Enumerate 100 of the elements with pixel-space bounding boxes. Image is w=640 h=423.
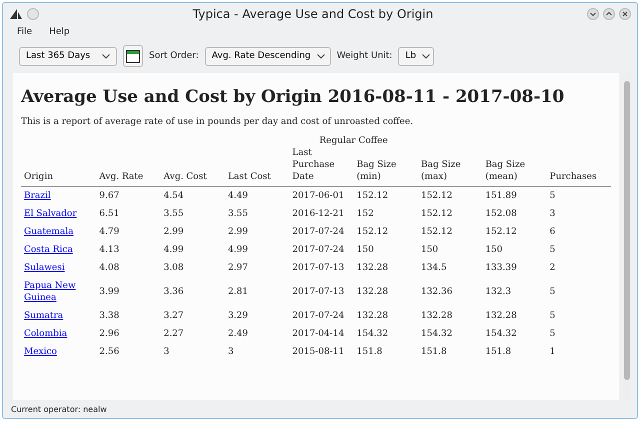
- table-cell: 2.56: [99, 347, 120, 357]
- table-cell: 3: [164, 347, 170, 357]
- column-header: Purchases: [550, 172, 597, 182]
- column-header: Last Cost: [228, 172, 271, 182]
- table-cell: 5: [550, 287, 556, 297]
- table-cell: 5: [550, 311, 556, 321]
- table-cell: 2.27: [164, 329, 184, 339]
- table-cell: 132.28: [356, 311, 388, 321]
- table-cell: 5: [550, 329, 556, 339]
- table-cell: 6: [550, 227, 556, 237]
- table-cell: 3.38: [99, 311, 120, 321]
- column-header: Bag Size (min): [356, 160, 396, 182]
- table-cell: 151.89: [485, 191, 517, 201]
- table-cell: 152.12: [420, 209, 452, 219]
- table-cell: 132.36: [420, 287, 452, 297]
- origin-link[interactable]: Sumatra: [24, 310, 82, 322]
- table-cell: 3.36: [164, 287, 184, 297]
- table-cell: 2017-04-14: [292, 329, 344, 339]
- sort-order-label: Sort Order:: [149, 51, 199, 61]
- table-cell: 3.55: [164, 209, 184, 219]
- status-bar-text: Current operator: nealw: [10, 404, 108, 416]
- table-cell: 4.49: [228, 191, 248, 201]
- origin-link[interactable]: Sulawesi: [24, 262, 82, 274]
- column-header: Origin: [24, 172, 53, 182]
- origin-link[interactable]: Brazil: [24, 190, 82, 202]
- table-cell: 2017-07-24: [292, 245, 344, 255]
- table-cell: 151.8: [485, 347, 512, 357]
- table-cell: 152.12: [420, 191, 452, 201]
- table-cell: 2017-07-24: [292, 311, 344, 321]
- table-cell: 3.27: [164, 311, 184, 321]
- table-cell: 3.08: [164, 263, 184, 273]
- table-cell: 151.8: [420, 347, 447, 357]
- table-cell: 152.12: [356, 227, 388, 237]
- table-cell: 2.81: [228, 287, 248, 297]
- table-cell: 2017-07-13: [292, 263, 344, 273]
- table-cell: 152.08: [485, 209, 517, 219]
- table-cell: 2.99: [228, 227, 248, 237]
- origin-link[interactable]: Guatemala: [24, 226, 82, 238]
- table-cell: 132.28: [356, 263, 388, 273]
- table-cell: 154.32: [485, 329, 517, 339]
- table-cell: 150: [420, 245, 438, 255]
- table-cell: 3: [228, 347, 234, 357]
- table-cell: 6.51: [99, 209, 120, 219]
- report-description: This is a report of average rate of use in pounds per day and cost of unroasted coffee.: [21, 117, 414, 127]
- table-cell: 2016-12-21: [292, 209, 344, 219]
- table-cell: 4.99: [164, 245, 184, 255]
- origin-link[interactable]: Papua New Guinea: [24, 280, 82, 304]
- table-cell: 154.32: [356, 329, 388, 339]
- table-cell: 150: [356, 245, 374, 255]
- table-cell: 4.99: [228, 245, 248, 255]
- column-header: Bag Size (mean): [485, 160, 526, 182]
- origin-link[interactable]: Mexico: [24, 346, 82, 358]
- table-cell: 2017-07-13: [292, 287, 344, 297]
- table-cell: 2015-08-11: [292, 347, 344, 357]
- table-cell: 132.3: [485, 287, 512, 297]
- report-title: Average Use and Cost by Origin 2016-08-11 - 2017-08-10: [21, 87, 566, 107]
- weight-unit-label: Weight Unit:: [336, 51, 392, 61]
- group-header: Regular Coffee: [319, 136, 388, 146]
- menu-item[interactable]: Help: [49, 27, 70, 37]
- column-header: Avg. Rate: [99, 172, 144, 182]
- table-cell: 3: [550, 209, 556, 219]
- table-cell: 154.32: [420, 329, 452, 339]
- table-cell: 4.54: [164, 191, 184, 201]
- table-cell: 150: [485, 245, 502, 255]
- origin-link[interactable]: El Salvador: [24, 208, 82, 220]
- column-header: Last Purchase Date: [292, 148, 335, 182]
- table-cell: 5: [550, 191, 556, 201]
- table-cell: 2017-07-24: [292, 227, 344, 237]
- table-cell: 3.55: [228, 209, 248, 219]
- table-cell: 4.08: [99, 263, 120, 273]
- table-cell: 151.8: [356, 347, 382, 357]
- table-cell: 132.28: [485, 311, 517, 321]
- table-cell: 2: [550, 263, 556, 273]
- table-cell: 4.79: [99, 227, 120, 237]
- table-cell: 152.12: [356, 191, 388, 201]
- column-header: Bag Size (max): [420, 160, 461, 182]
- menu-item[interactable]: File: [17, 27, 32, 37]
- table-cell: 4.13: [99, 245, 120, 255]
- weight-unit-dropdown[interactable]: Lb: [398, 46, 434, 66]
- table-cell: 2.49: [228, 329, 248, 339]
- table-cell: 3.29: [228, 311, 248, 321]
- table-cell: 5: [550, 245, 556, 255]
- table-cell: 132.28: [356, 287, 388, 297]
- table-cell: 132.28: [420, 311, 452, 321]
- table-cell: 2017-06-01: [292, 191, 344, 201]
- sort-order-dropdown[interactable]: Avg. Rate Descending: [204, 46, 331, 66]
- table-cell: 2.99: [164, 227, 184, 237]
- table-cell: 3.99: [99, 287, 120, 297]
- table-cell: 152.12: [485, 227, 517, 237]
- table-cell: 152: [356, 209, 374, 219]
- column-header: Avg. Cost: [164, 172, 207, 182]
- window-title: Typica - Average Use and Cost by Origin: [192, 7, 434, 21]
- table-cell: 2.97: [228, 263, 248, 273]
- origin-link[interactable]: Costa Rica: [24, 244, 82, 256]
- table-cell: 1: [550, 347, 556, 357]
- table-cell: 9.67: [99, 191, 120, 201]
- origin-link[interactable]: Colombia: [24, 328, 82, 340]
- table-cell: 2.96: [99, 329, 120, 339]
- date-range-dropdown[interactable]: Last 365 Days: [19, 46, 117, 66]
- table-cell: 152.12: [420, 227, 452, 237]
